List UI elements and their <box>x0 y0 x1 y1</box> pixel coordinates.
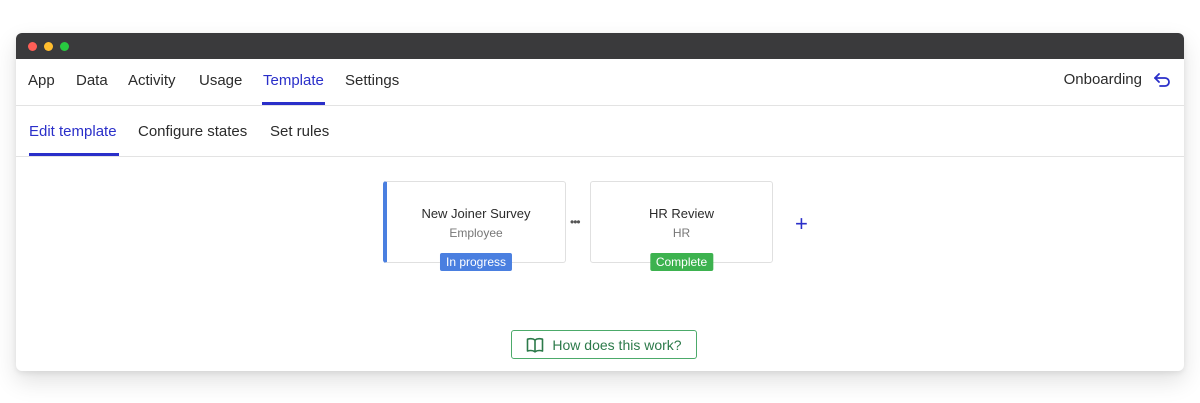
close-window-button[interactable] <box>28 42 37 51</box>
top-navigation: App Data Activity Usage Template Setting… <box>16 59 1184 106</box>
active-tab-indicator <box>262 102 325 105</box>
tab-app[interactable]: App <box>28 72 55 89</box>
how-does-this-work-button[interactable]: How does this work? <box>511 330 697 359</box>
tab-settings[interactable]: Settings <box>345 72 399 89</box>
status-badge: In progress <box>439 253 513 271</box>
step-name: HR Review <box>648 206 714 221</box>
step-role: HR <box>672 226 691 240</box>
book-icon <box>527 337 544 353</box>
maximize-window-button[interactable] <box>60 42 69 51</box>
tab-data[interactable]: Data <box>76 72 108 89</box>
minimize-window-button[interactable] <box>44 42 53 51</box>
workflow-canvas: New Joiner Survey Employee In progress •… <box>16 157 1184 371</box>
help-label: How does this work? <box>552 336 682 353</box>
tab-edit-template[interactable]: Edit template <box>29 123 117 140</box>
tab-configure-states[interactable]: Configure states <box>138 123 247 140</box>
onboarding-label: Onboarding <box>1063 71 1142 88</box>
return-arrow-icon[interactable] <box>1154 72 1170 87</box>
tab-activity[interactable]: Activity <box>128 72 176 89</box>
tab-set-rules[interactable]: Set rules <box>270 123 329 140</box>
step-role: Employee <box>449 226 503 240</box>
workflow-step-card[interactable]: HR Review HR Complete <box>590 181 773 271</box>
tab-template[interactable]: Template <box>263 72 324 89</box>
workflow-step-card[interactable]: New Joiner Survey Employee In progress <box>383 181 566 271</box>
app-window: App Data Activity Usage Template Setting… <box>16 33 1184 371</box>
active-subtab-indicator <box>29 153 119 156</box>
step-name: New Joiner Survey <box>421 206 531 221</box>
status-badge: Complete <box>649 253 714 271</box>
step-connector-menu[interactable]: ••• <box>570 215 581 229</box>
add-step-button[interactable]: + <box>795 213 808 235</box>
sub-navigation: Edit template Configure states Set rules <box>16 106 1184 157</box>
onboarding-link[interactable]: Onboarding <box>1064 71 1170 88</box>
window-titlebar <box>16 33 1184 59</box>
tab-usage[interactable]: Usage <box>199 72 242 89</box>
